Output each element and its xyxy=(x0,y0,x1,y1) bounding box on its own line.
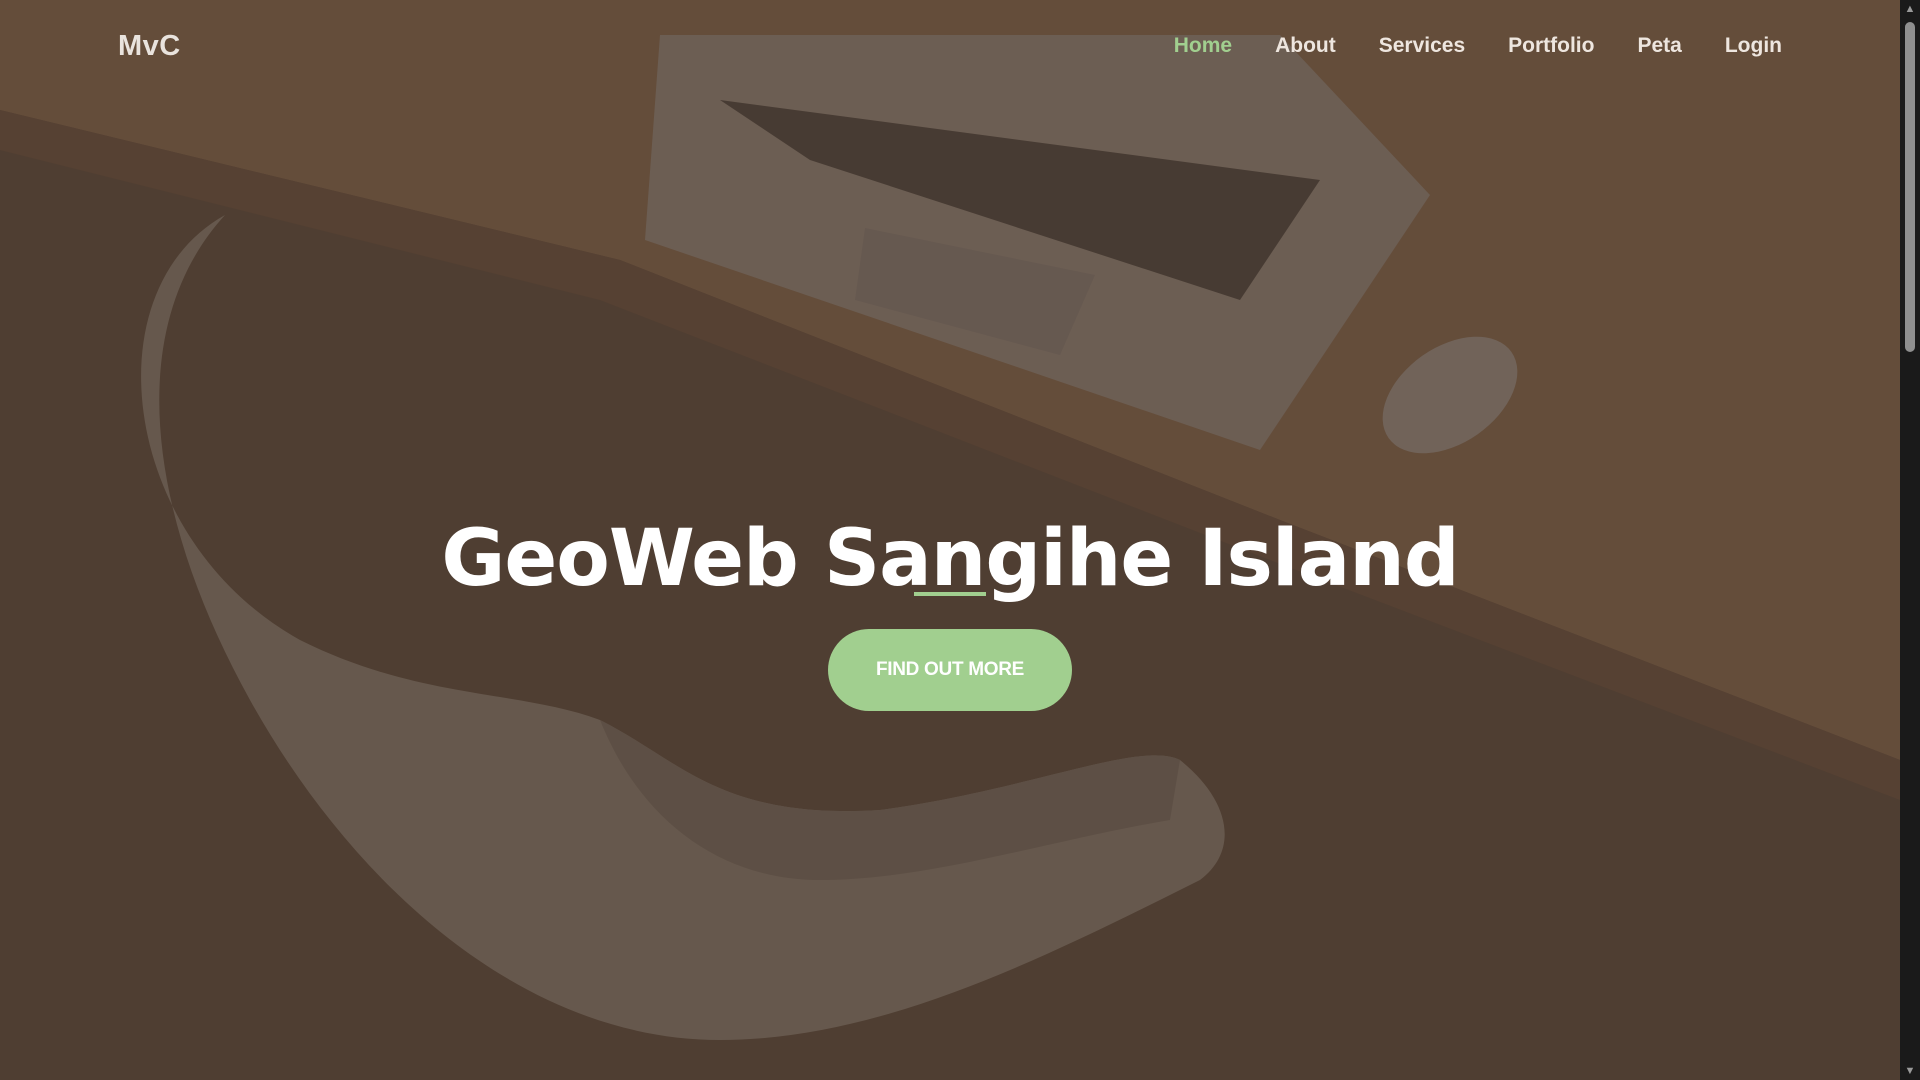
nav-menu: Home About Services Portfolio Peta Login xyxy=(1174,34,1782,58)
triangle-down-icon[interactable]: ▼ xyxy=(1900,1062,1920,1080)
nav-item-portfolio[interactable]: Portfolio xyxy=(1508,34,1594,58)
nav-item-about[interactable]: About xyxy=(1275,34,1336,58)
nav-item-home[interactable]: Home xyxy=(1174,34,1232,58)
triangle-up-icon[interactable]: ▲ xyxy=(1900,0,1920,18)
find-out-more-button[interactable]: FIND OUT MORE xyxy=(828,629,1072,711)
brand-logo[interactable]: MvC xyxy=(118,30,181,63)
nav-item-peta[interactable]: Peta xyxy=(1637,34,1681,58)
hero-title: GeoWeb Sangihe Island xyxy=(441,514,1459,605)
nav-item-login[interactable]: Login xyxy=(1725,34,1782,58)
scrollbar-thumb[interactable] xyxy=(1905,22,1915,352)
page-scrollbar[interactable]: ▲ ▼ xyxy=(1900,0,1920,1080)
nav-item-services[interactable]: Services xyxy=(1379,34,1465,58)
title-divider xyxy=(914,592,986,596)
main-navbar: MvC Home About Services Portfolio Peta L… xyxy=(0,0,1900,96)
